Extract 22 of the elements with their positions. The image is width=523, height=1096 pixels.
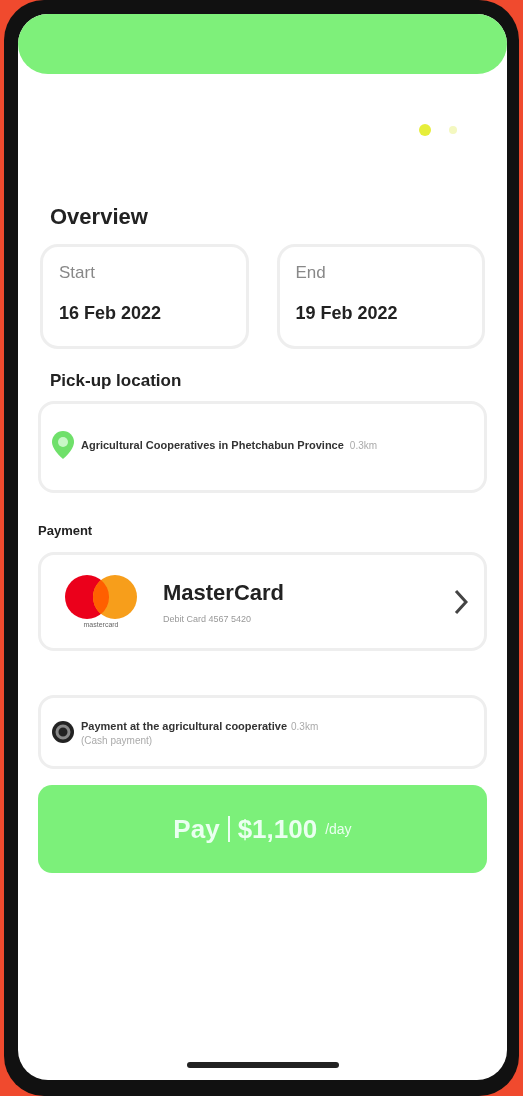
date-label: Start	[59, 263, 96, 283]
distance-text: 0.3km	[291, 721, 319, 732]
date-value: 19 Feb 2022	[295, 303, 399, 324]
card-name: MasterCard	[163, 579, 286, 606]
chevron-right-icon	[454, 588, 468, 615]
dot-icon	[419, 124, 431, 136]
location-name: Agricultural Cooperatives in Phetchabun Province	[81, 439, 344, 451]
card-number: Debit Card 4567 5420	[163, 613, 253, 624]
distance-text: 0.3km	[349, 439, 378, 451]
option-name: Payment at the agricultural cooperative	[81, 720, 287, 732]
section-title: Overview	[50, 204, 149, 230]
location-pin-icon	[51, 430, 75, 460]
dot-icon	[449, 126, 457, 134]
payment-option[interactable]: Payment at the agricultural cooperative 0.3km (Cash payment)	[38, 695, 487, 769]
section-title: Payment	[38, 523, 94, 538]
date-value: 16 Feb 2022	[59, 303, 163, 324]
date-card[interactable]: End 19 Feb 2022	[276, 244, 485, 349]
location-card[interactable]: Agricultural Cooperatives in Phetchabun Province 0.3km	[38, 401, 487, 493]
option-note: (Cash payment)	[81, 735, 154, 746]
date-label: End	[295, 263, 327, 283]
date-card[interactable]: Start 16 Feb 2022	[40, 244, 249, 349]
section-title: Pick-up location	[50, 371, 183, 391]
